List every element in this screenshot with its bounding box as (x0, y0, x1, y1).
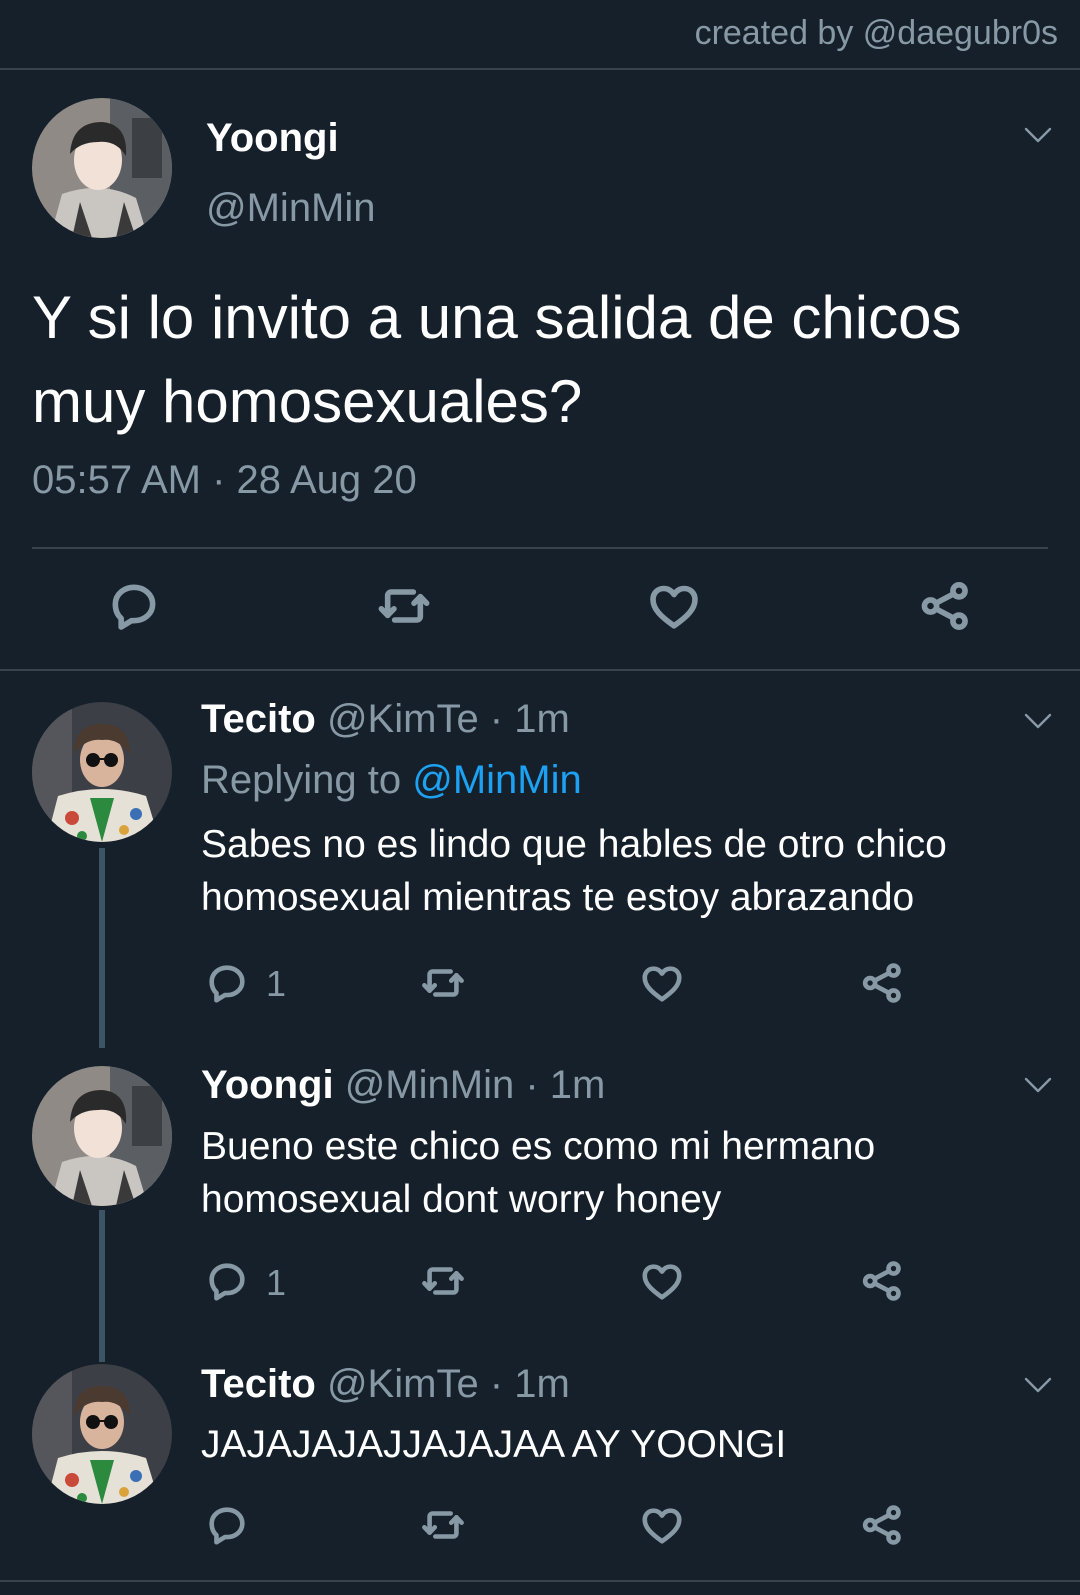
replying-to-label: Replying to (201, 758, 413, 802)
retweet-icon[interactable] (420, 1258, 466, 1304)
tweet-text: Y si lo invito a una salida de chicos mu… (32, 284, 962, 435)
reply-icon[interactable] (106, 578, 162, 634)
reply-icon[interactable] (204, 1502, 250, 1548)
avatar-image (32, 98, 172, 238)
thread-line (99, 1210, 105, 1362)
share-icon[interactable] (859, 960, 905, 1006)
reply-header: Tecito @KimTe · 1m (201, 1362, 570, 1407)
author-name[interactable]: Yoongi (201, 1063, 334, 1107)
like-icon[interactable] (639, 1258, 685, 1304)
author-meta: @KimTe · 1m (326, 1362, 570, 1406)
author-name[interactable]: Yoongi (206, 116, 339, 161)
avatar-image (32, 1066, 172, 1206)
chevron-down-icon[interactable] (1022, 1374, 1054, 1396)
author-handle[interactable]: @MinMin (206, 186, 376, 231)
chevron-down-icon[interactable] (1022, 1074, 1054, 1096)
avatar[interactable] (32, 98, 172, 238)
share-icon[interactable] (917, 578, 973, 634)
like-icon[interactable] (646, 578, 702, 634)
chevron-down-icon[interactable] (1022, 124, 1054, 146)
replying-to-link[interactable]: @MinMin (412, 758, 582, 802)
tweet-text: Sabes no es lindo que hables de otro chi… (201, 823, 947, 919)
chevron-down-icon[interactable] (1022, 710, 1054, 732)
avatar[interactable] (32, 702, 172, 842)
tweet-text: Bueno este chico es como mi hermano homo… (201, 1125, 876, 1221)
reply-header: Tecito @KimTe · 1m (201, 697, 570, 742)
thread-line (99, 848, 105, 1048)
reply-count: 1 (266, 1262, 287, 1303)
author-name[interactable]: Tecito (201, 697, 316, 741)
top-divider (0, 68, 1080, 70)
share-icon[interactable] (859, 1502, 905, 1548)
avatar-image (32, 1364, 172, 1504)
section-divider (0, 669, 1080, 671)
author-meta: @MinMin · 1m (344, 1063, 606, 1107)
retweet-icon[interactable] (376, 578, 432, 634)
share-icon[interactable] (859, 1258, 905, 1304)
avatar-image (32, 702, 172, 842)
tweet-timestamp: 05:57 AM · 28 Aug 20 (32, 458, 417, 502)
avatar[interactable] (32, 1066, 172, 1206)
like-icon[interactable] (639, 960, 685, 1006)
retweet-icon[interactable] (420, 1502, 466, 1548)
replying-to: Replying to @MinMin (201, 758, 582, 803)
watermark-text: created by @daegubr0s (694, 14, 1058, 52)
reply-icon[interactable] (204, 1258, 250, 1304)
author-meta: @KimTe · 1m (326, 697, 570, 741)
retweet-icon[interactable] (420, 960, 466, 1006)
avatar[interactable] (32, 1364, 172, 1504)
reply-icon[interactable] (204, 960, 250, 1006)
tweet-text: JAJAJAJAJJAJAJAA AY YOONGI (201, 1423, 787, 1466)
like-icon[interactable] (639, 1502, 685, 1548)
author-name[interactable]: Tecito (201, 1362, 316, 1406)
divider (32, 547, 1048, 549)
bottom-divider (0, 1580, 1080, 1582)
reply-header: Yoongi @MinMin · 1m (201, 1063, 605, 1108)
reply-count: 1 (266, 963, 287, 1004)
